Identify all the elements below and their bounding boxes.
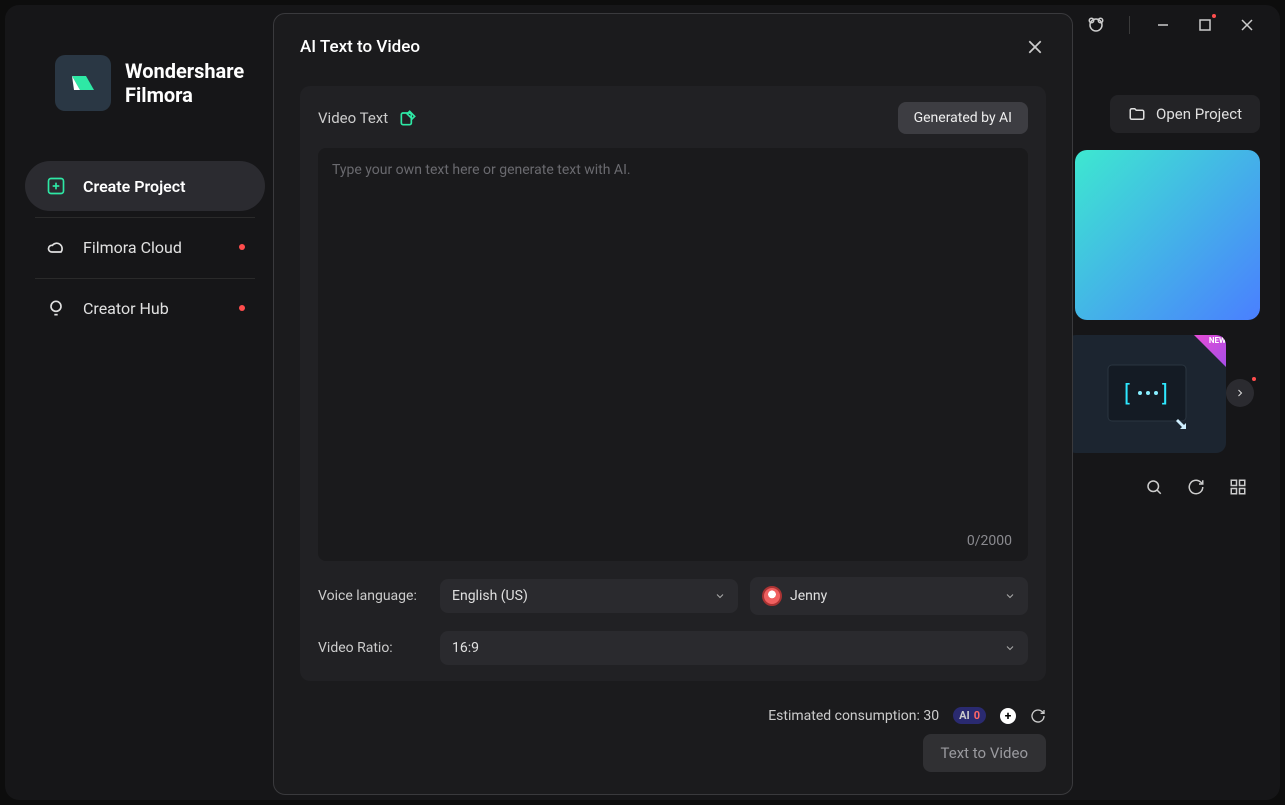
video-ratio-label: Video Ratio: bbox=[318, 640, 428, 656]
bulb-icon bbox=[45, 297, 67, 319]
voice-language-label: Voice language: bbox=[318, 588, 428, 604]
modal-footer: Estimated consumption: 30 AI 0 + bbox=[300, 707, 1046, 724]
text-to-video-label: Text to Video bbox=[941, 744, 1028, 762]
panel-header-left: Video Text bbox=[318, 108, 418, 128]
video-text-input[interactable] bbox=[332, 162, 1014, 547]
brand-logo bbox=[55, 55, 111, 111]
ai-credits-count: 0 bbox=[974, 709, 980, 722]
modal-header: AI Text to Video bbox=[300, 36, 1046, 58]
video-text-label: Video Text bbox=[318, 109, 388, 127]
template-card[interactable]: NEW [ ] bbox=[1066, 335, 1226, 453]
brand-text: Wondershare Filmora bbox=[125, 59, 244, 107]
textarea-wrap: 0/2000 bbox=[318, 148, 1028, 561]
titlebar-separator bbox=[1129, 16, 1130, 34]
voice-language-row: Voice language: English (US) Jenny bbox=[318, 577, 1028, 615]
panel-header: Video Text Generated by AI bbox=[318, 102, 1028, 134]
video-ratio-select[interactable]: 16:9 bbox=[440, 631, 1028, 665]
refresh-icon[interactable] bbox=[1030, 708, 1046, 724]
add-credits-icon[interactable]: + bbox=[1000, 708, 1016, 724]
sidebar-separator bbox=[35, 217, 255, 218]
folder-icon bbox=[1128, 105, 1146, 123]
search-icon[interactable] bbox=[1144, 477, 1164, 497]
notification-dot bbox=[239, 244, 245, 250]
video-text-panel: Video Text Generated by AI 0/2000 Voice … bbox=[300, 86, 1046, 681]
cloud-icon bbox=[45, 236, 67, 258]
gradient-preview-card[interactable] bbox=[1075, 150, 1260, 320]
sidebar-separator bbox=[35, 278, 255, 279]
estimated-consumption: Estimated consumption: 30 bbox=[768, 708, 939, 724]
video-ratio-value: 16:9 bbox=[452, 640, 479, 656]
voice-language-value: English (US) bbox=[452, 588, 528, 604]
text-to-video-button[interactable]: Text to Video bbox=[923, 734, 1046, 772]
minimize-icon[interactable] bbox=[1154, 16, 1172, 34]
ai-badge-text: AI bbox=[959, 709, 970, 722]
open-project-label: Open Project bbox=[1156, 105, 1242, 123]
est-value: 30 bbox=[923, 708, 939, 724]
video-ratio-row: Video Ratio: 16:9 bbox=[318, 631, 1028, 665]
sidebar-item-label: Create Project bbox=[83, 177, 186, 196]
next-arrow-button[interactable] bbox=[1226, 379, 1254, 407]
modal-footer-actions: Text to Video bbox=[300, 734, 1046, 772]
brand-line2: Filmora bbox=[125, 83, 244, 107]
chevron-down-icon bbox=[714, 590, 726, 602]
notification-dot bbox=[239, 305, 245, 311]
panda-icon[interactable] bbox=[1087, 16, 1105, 34]
notification-dot bbox=[1212, 14, 1216, 18]
close-icon[interactable] bbox=[1024, 36, 1046, 58]
maximize-icon[interactable] bbox=[1196, 16, 1214, 34]
ai-text-to-video-modal: AI Text to Video Video Text Generated by… bbox=[273, 13, 1073, 795]
window-frame: Wondershare Filmora Create Project Filmo… bbox=[5, 5, 1280, 800]
generated-by-ai-label: Generated by AI bbox=[914, 110, 1012, 126]
tool-icons bbox=[1144, 477, 1248, 497]
modal-title: AI Text to Video bbox=[300, 37, 420, 57]
est-label: Estimated consumption: bbox=[768, 708, 920, 724]
voice-language-select[interactable]: English (US) bbox=[440, 579, 738, 613]
voice-select[interactable]: Jenny bbox=[750, 577, 1028, 615]
chevron-down-icon bbox=[1004, 642, 1016, 654]
sidebar-item-creator-hub[interactable]: Creator Hub bbox=[25, 283, 265, 333]
sidebar-item-filmora-cloud[interactable]: Filmora Cloud bbox=[25, 222, 265, 272]
sidebar-item-label: Filmora Cloud bbox=[83, 238, 182, 257]
char-counter: 0/2000 bbox=[967, 533, 1012, 549]
sidebar-item-label: Creator Hub bbox=[83, 299, 169, 318]
chevron-down-icon bbox=[1004, 590, 1016, 602]
open-project-button[interactable]: Open Project bbox=[1110, 95, 1260, 133]
plus-square-icon bbox=[45, 175, 67, 197]
voice-avatar-icon bbox=[762, 586, 782, 606]
close-window-icon[interactable] bbox=[1238, 16, 1256, 34]
grid-icon[interactable] bbox=[1228, 477, 1248, 497]
brand-line1: Wondershare bbox=[125, 59, 244, 83]
template-thumb-graphic: [ ] bbox=[1066, 335, 1226, 453]
ai-credits-badge[interactable]: AI 0 bbox=[953, 707, 986, 724]
brand: Wondershare Filmora bbox=[25, 55, 265, 111]
sidebar: Wondershare Filmora Create Project Filmo… bbox=[5, 5, 285, 800]
sidebar-item-create-project[interactable]: Create Project bbox=[25, 161, 265, 211]
refresh-icon[interactable] bbox=[1186, 477, 1206, 497]
svg-text:[: [ bbox=[1124, 382, 1130, 407]
generated-by-ai-button[interactable]: Generated by AI bbox=[898, 102, 1028, 134]
edit-icon bbox=[398, 108, 418, 128]
titlebar bbox=[1087, 5, 1280, 45]
svg-text:]: ] bbox=[1162, 382, 1168, 407]
voice-name: Jenny bbox=[790, 588, 827, 604]
notification-dot bbox=[1252, 377, 1256, 381]
